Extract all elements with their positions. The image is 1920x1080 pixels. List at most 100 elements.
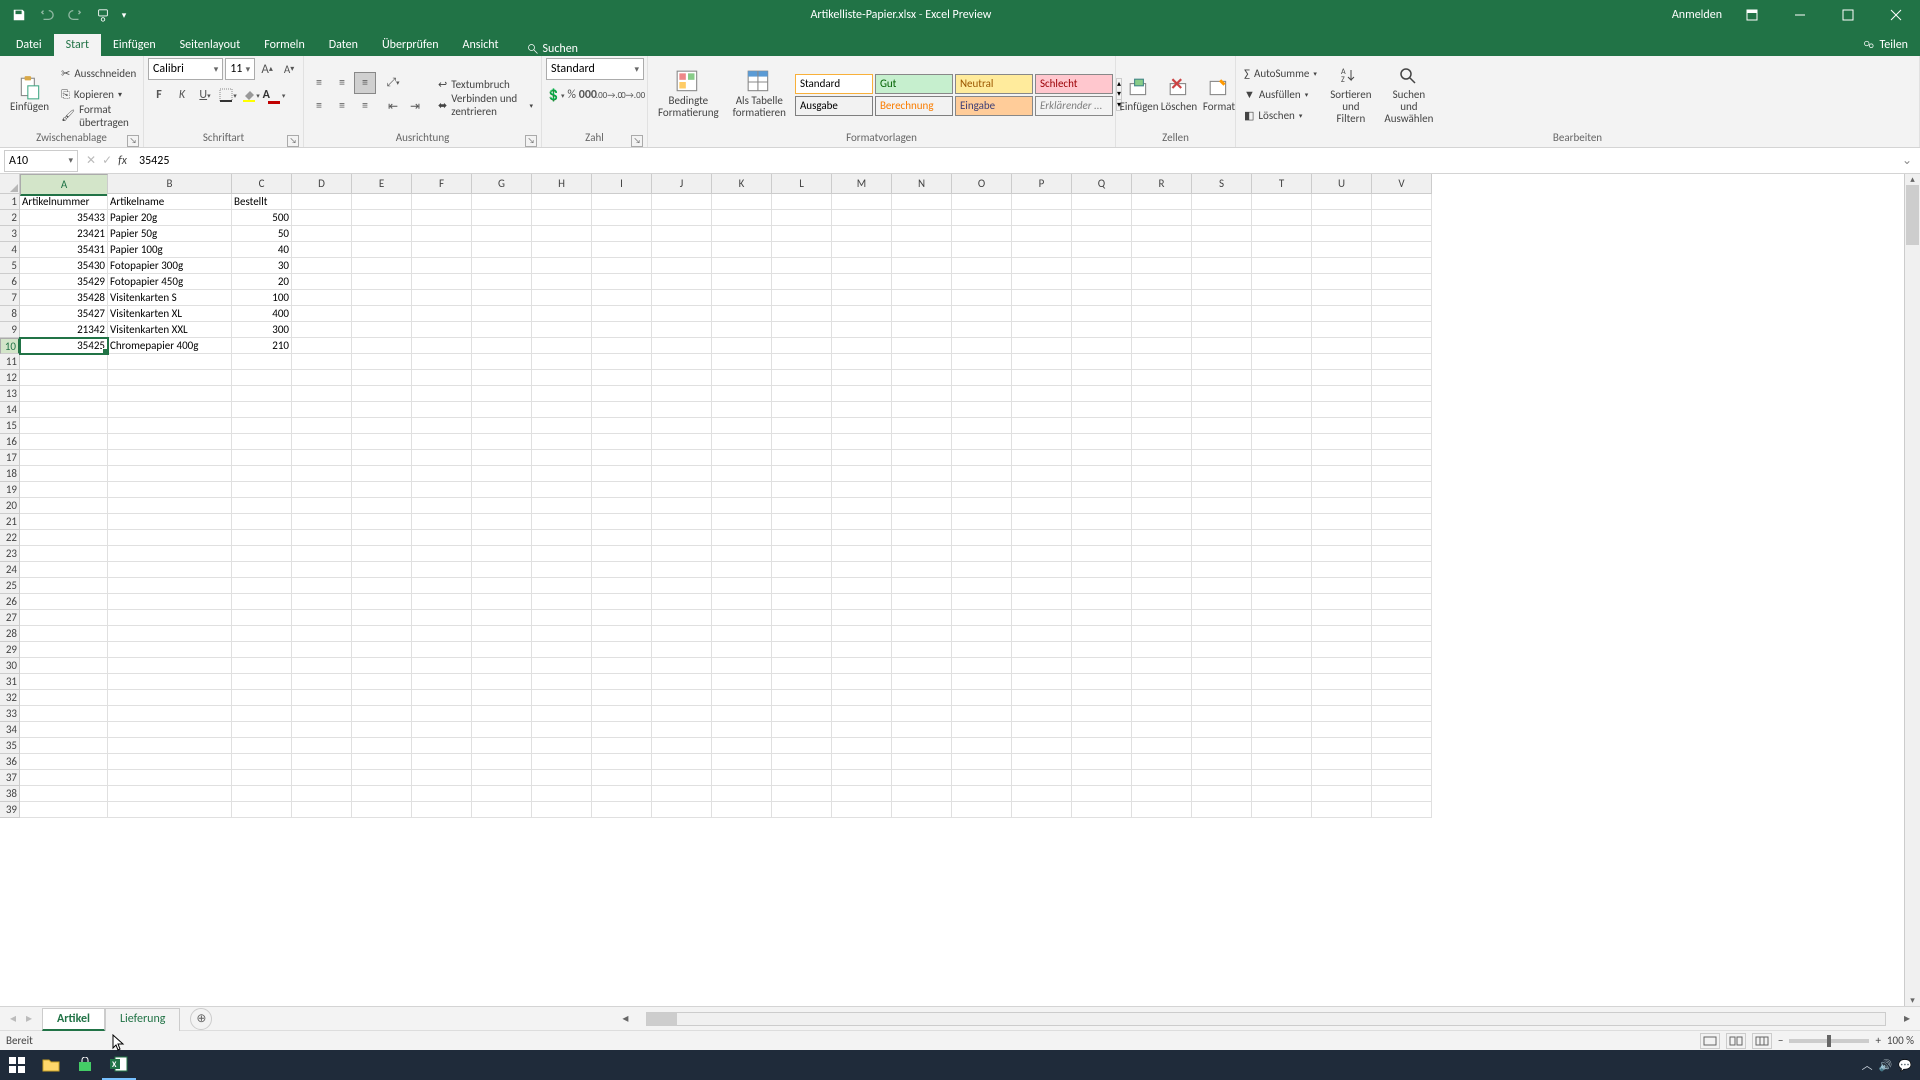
cell-V1[interactable]: [1372, 194, 1432, 210]
cell-Q26[interactable]: [1072, 594, 1132, 610]
cell-U21[interactable]: [1312, 514, 1372, 530]
cell-R1[interactable]: [1132, 194, 1192, 210]
cell-Q5[interactable]: [1072, 258, 1132, 274]
cell-D37[interactable]: [292, 770, 352, 786]
cell-G28[interactable]: [472, 626, 532, 642]
sheet-tab-artikel[interactable]: Artikel: [42, 1008, 105, 1031]
cell-K15[interactable]: [712, 418, 772, 434]
cell-J1[interactable]: [652, 194, 712, 210]
cell-I13[interactable]: [592, 386, 652, 402]
cell-H30[interactable]: [532, 658, 592, 674]
undo-button[interactable]: [34, 2, 60, 28]
cell-R11[interactable]: [1132, 354, 1192, 370]
cell-J36[interactable]: [652, 754, 712, 770]
formula-input[interactable]: 35425: [135, 154, 1902, 168]
cell-B25[interactable]: [108, 578, 232, 594]
cell-Q36[interactable]: [1072, 754, 1132, 770]
cell-I12[interactable]: [592, 370, 652, 386]
cell-O21[interactable]: [952, 514, 1012, 530]
cell-K29[interactable]: [712, 642, 772, 658]
cell-L30[interactable]: [772, 658, 832, 674]
cell-C16[interactable]: [232, 434, 292, 450]
cell-L20[interactable]: [772, 498, 832, 514]
col-header-J[interactable]: J: [652, 174, 712, 194]
cell-R32[interactable]: [1132, 690, 1192, 706]
cell-J17[interactable]: [652, 450, 712, 466]
cell-C38[interactable]: [232, 786, 292, 802]
cell-A29[interactable]: [20, 642, 108, 658]
cell-D29[interactable]: [292, 642, 352, 658]
cell-M19[interactable]: [832, 482, 892, 498]
cell-T30[interactable]: [1252, 658, 1312, 674]
align-bottom-button[interactable]: ≡: [354, 72, 376, 94]
cell-H28[interactable]: [532, 626, 592, 642]
cell-J34[interactable]: [652, 722, 712, 738]
cell-L33[interactable]: [772, 706, 832, 722]
cell-A24[interactable]: [20, 562, 108, 578]
cell-S1[interactable]: [1192, 194, 1252, 210]
cell-E12[interactable]: [352, 370, 412, 386]
row-header-33[interactable]: 33: [0, 706, 20, 722]
cell-H22[interactable]: [532, 530, 592, 546]
cell-U23[interactable]: [1312, 546, 1372, 562]
cell-L24[interactable]: [772, 562, 832, 578]
cell-U12[interactable]: [1312, 370, 1372, 386]
cell-K30[interactable]: [712, 658, 772, 674]
cell-S5[interactable]: [1192, 258, 1252, 274]
cell-R17[interactable]: [1132, 450, 1192, 466]
cell-O28[interactable]: [952, 626, 1012, 642]
cell-I16[interactable]: [592, 434, 652, 450]
cell-P13[interactable]: [1012, 386, 1072, 402]
cell-H15[interactable]: [532, 418, 592, 434]
cell-O5[interactable]: [952, 258, 1012, 274]
cell-G22[interactable]: [472, 530, 532, 546]
cell-D10[interactable]: [292, 338, 352, 354]
cell-L4[interactable]: [772, 242, 832, 258]
cell-M17[interactable]: [832, 450, 892, 466]
increase-indent-button[interactable]: ⇥: [404, 96, 426, 118]
cell-G37[interactable]: [472, 770, 532, 786]
cell-J31[interactable]: [652, 674, 712, 690]
autosum-button[interactable]: ∑AutoSumme▾: [1240, 64, 1321, 84]
cell-E5[interactable]: [352, 258, 412, 274]
cell-C2[interactable]: 500: [232, 210, 292, 226]
col-header-T[interactable]: T: [1252, 174, 1312, 194]
cell-R9[interactable]: [1132, 322, 1192, 338]
row-header-36[interactable]: 36: [0, 754, 20, 770]
cut-button[interactable]: ✂Ausschneiden: [57, 64, 140, 84]
cell-I38[interactable]: [592, 786, 652, 802]
cell-D15[interactable]: [292, 418, 352, 434]
cell-P23[interactable]: [1012, 546, 1072, 562]
row-header-7[interactable]: 7: [0, 290, 20, 306]
cell-H5[interactable]: [532, 258, 592, 274]
cell-I18[interactable]: [592, 466, 652, 482]
cell-U4[interactable]: [1312, 242, 1372, 258]
cell-Q22[interactable]: [1072, 530, 1132, 546]
tab-formeln[interactable]: Formeln: [252, 34, 316, 56]
cell-N24[interactable]: [892, 562, 952, 578]
cell-R34[interactable]: [1132, 722, 1192, 738]
cell-N2[interactable]: [892, 210, 952, 226]
row-header-35[interactable]: 35: [0, 738, 20, 754]
comma-button[interactable]: 000: [579, 84, 597, 106]
cell-B39[interactable]: [108, 802, 232, 818]
cell-C18[interactable]: [232, 466, 292, 482]
cell-U18[interactable]: [1312, 466, 1372, 482]
cell-C3[interactable]: 50: [232, 226, 292, 242]
cell-T10[interactable]: [1252, 338, 1312, 354]
cell-T23[interactable]: [1252, 546, 1312, 562]
cell-P1[interactable]: [1012, 194, 1072, 210]
cell-S38[interactable]: [1192, 786, 1252, 802]
cell-H19[interactable]: [532, 482, 592, 498]
cell-D32[interactable]: [292, 690, 352, 706]
cell-O20[interactable]: [952, 498, 1012, 514]
cell-N4[interactable]: [892, 242, 952, 258]
insert-cells-button[interactable]: Einfügen: [1120, 72, 1158, 117]
cell-E14[interactable]: [352, 402, 412, 418]
cell-S36[interactable]: [1192, 754, 1252, 770]
cell-C29[interactable]: [232, 642, 292, 658]
cell-J19[interactable]: [652, 482, 712, 498]
cell-T27[interactable]: [1252, 610, 1312, 626]
cell-Q8[interactable]: [1072, 306, 1132, 322]
cell-I25[interactable]: [592, 578, 652, 594]
